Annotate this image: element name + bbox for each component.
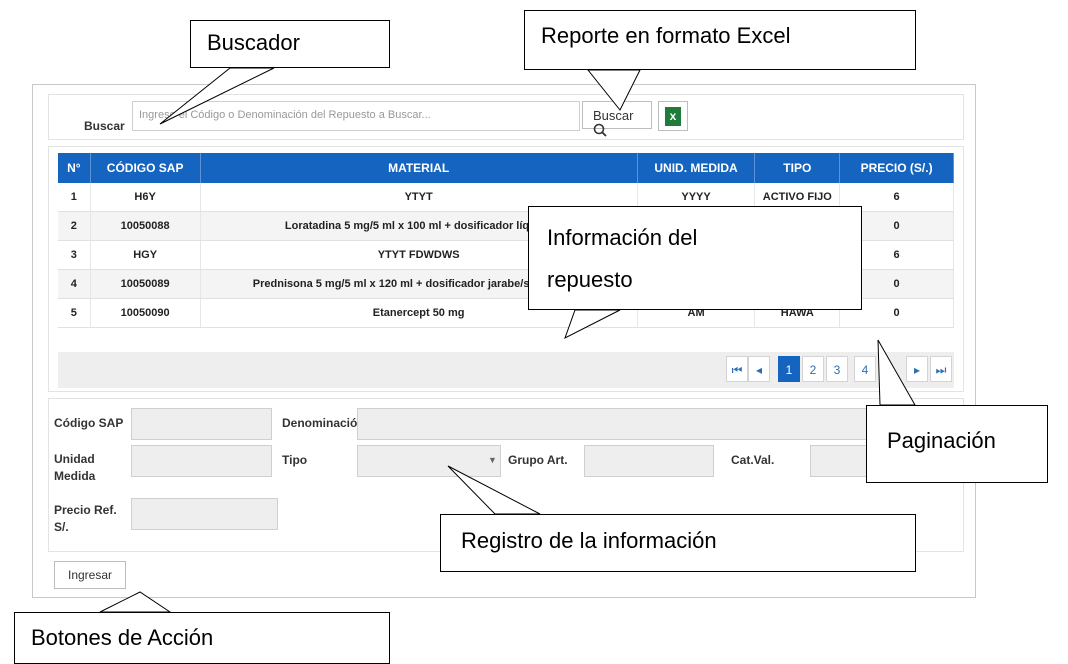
callout-botones-accion: Botones de Acción bbox=[14, 612, 390, 664]
callout-buscador: Buscador bbox=[190, 20, 390, 68]
callout-info-line1: Información del bbox=[547, 225, 698, 250]
callout-registro: Registro de la información bbox=[440, 514, 916, 572]
callout-reporte-excel: Reporte en formato Excel bbox=[524, 10, 916, 70]
callout-paginacion: Paginación bbox=[866, 405, 1048, 483]
callout-informacion-repuesto: Información del repuesto bbox=[528, 206, 862, 310]
callout-info-line2: repuesto bbox=[547, 267, 633, 292]
